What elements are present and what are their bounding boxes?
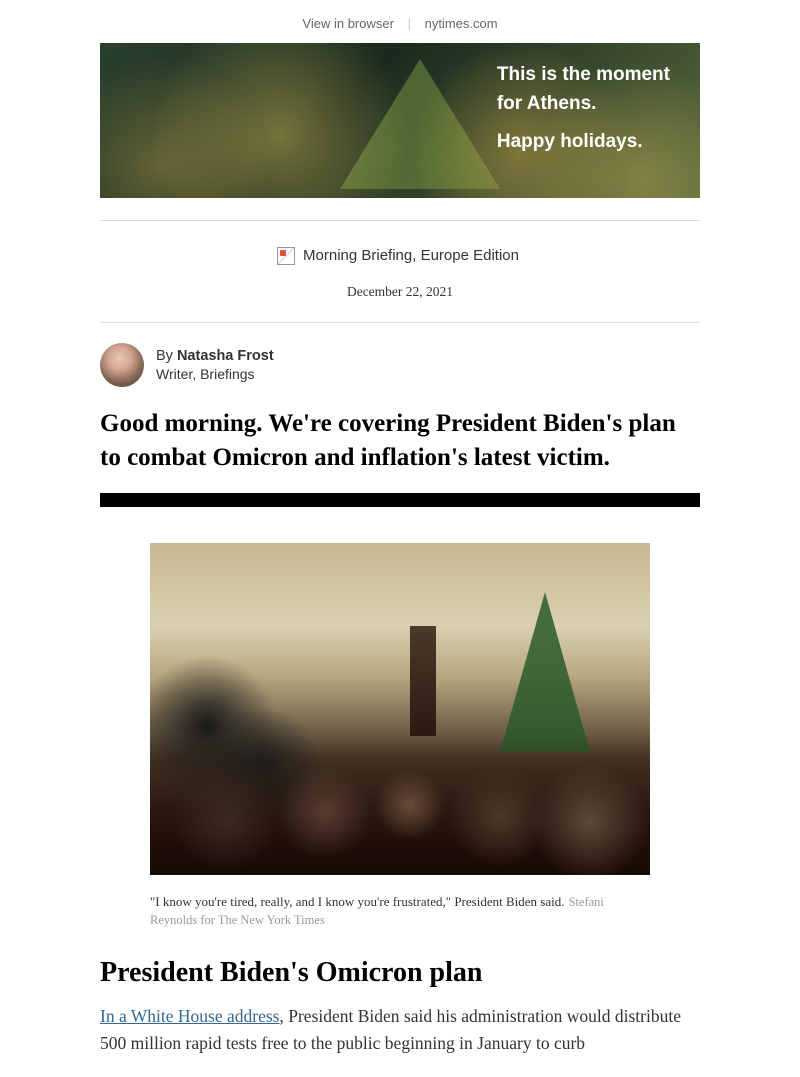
author-avatar [100,343,144,387]
divider [100,322,700,323]
author-name[interactable]: Natasha Frost [177,348,274,364]
briefing-headline: Good morning. We're covering President B… [100,401,700,493]
ad-line-2: for Athens. [497,90,670,119]
view-in-browser-link[interactable]: View in browser [302,16,394,31]
article-body: In a White House address, President Bide… [100,1003,700,1077]
byline-row: By Natasha Frost Writer, Briefings [100,339,700,401]
publish-date: December 22, 2021 [100,266,700,304]
article-image-wrap [100,507,700,885]
image-detail-audience [150,735,650,874]
article-title: President Biden's Omicron plan [100,929,700,1003]
ad-line-1: This is the moment [497,61,670,90]
top-links: View in browser | nytimes.com [100,0,700,43]
link-divider: | [408,16,411,31]
nytimes-link[interactable]: nytimes.com [425,16,498,31]
image-caption: "I know you're tired, really, and I know… [100,885,700,929]
article-image [150,543,650,875]
article-lead-link[interactable]: In a White House address [100,1006,280,1026]
author-role: Writer, Briefings [156,366,274,382]
ad-text: This is the moment for Athens. Happy hol… [497,61,670,157]
newsletter-logo-row: Morning Briefing, Europe Edition [100,239,700,266]
section-black-bar [100,493,700,507]
broken-image-icon [277,247,295,265]
byline-meta: By Natasha Frost Writer, Briefings [156,348,274,382]
byline-by: By Natasha Frost [156,348,274,364]
ad-line-3: Happy holidays. [497,128,670,157]
ad-banner[interactable]: This is the moment for Athens. Happy hol… [100,43,700,198]
by-prefix: By [156,348,177,364]
caption-text: "I know you're tired, really, and I know… [150,894,564,909]
newsletter-logo-alt: Morning Briefing, Europe Edition [299,245,523,266]
divider [100,220,700,221]
